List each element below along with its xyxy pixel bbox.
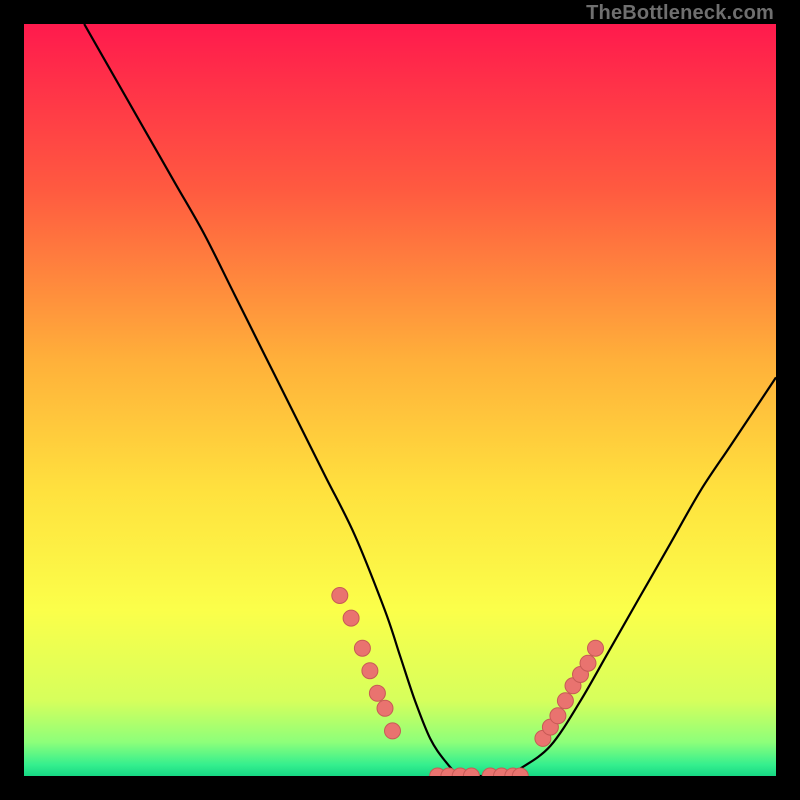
highlight-dot [385, 723, 401, 739]
highlight-dot [463, 768, 479, 776]
watermark-text: TheBottleneck.com [586, 2, 774, 25]
highlight-dots-right [535, 640, 604, 746]
highlight-dots-left [332, 588, 401, 739]
chart-frame: TheBottleneck.com [0, 0, 800, 800]
highlight-dot [557, 693, 573, 709]
highlight-dot [580, 655, 596, 671]
curve-group [84, 24, 776, 776]
highlight-dot [332, 588, 348, 604]
highlight-dot [588, 640, 604, 656]
highlight-dot [362, 663, 378, 679]
highlight-dot [343, 610, 359, 626]
highlight-dot [377, 700, 393, 716]
highlight-dot [369, 685, 385, 701]
bottleneck-curve [84, 24, 776, 776]
highlight-dots-bottom [430, 768, 529, 776]
plot-area [24, 24, 776, 776]
highlight-dot [354, 640, 370, 656]
highlight-dot [550, 708, 566, 724]
bottleneck-curve-svg [24, 24, 776, 776]
